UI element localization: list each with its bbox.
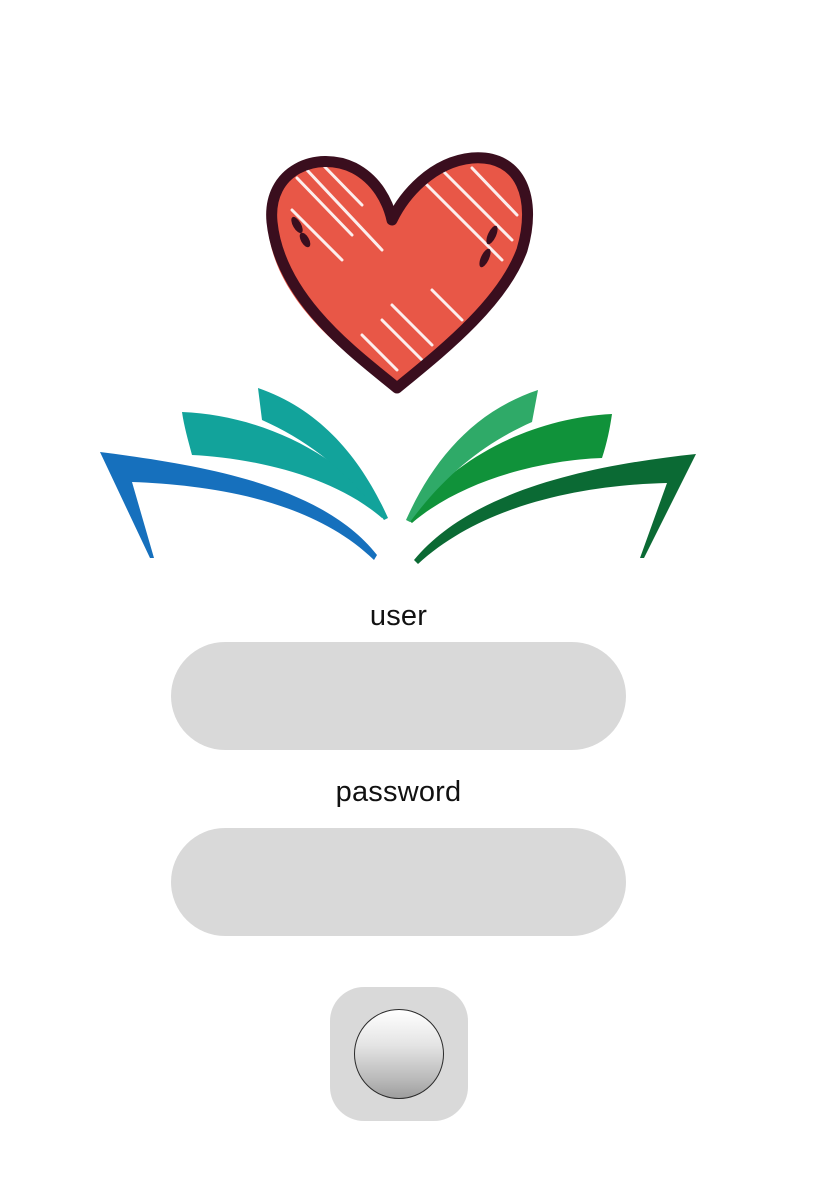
user-label: user	[369, 600, 428, 632]
app-logo	[92, 140, 704, 570]
submit-button[interactable]	[330, 987, 468, 1121]
login-screen: user password	[0, 0, 834, 1194]
password-label: password	[335, 776, 462, 808]
heart-book-logo-icon	[100, 152, 696, 564]
user-input[interactable]	[171, 642, 626, 750]
round-knob-icon	[354, 1009, 444, 1099]
password-input[interactable]	[171, 828, 626, 936]
